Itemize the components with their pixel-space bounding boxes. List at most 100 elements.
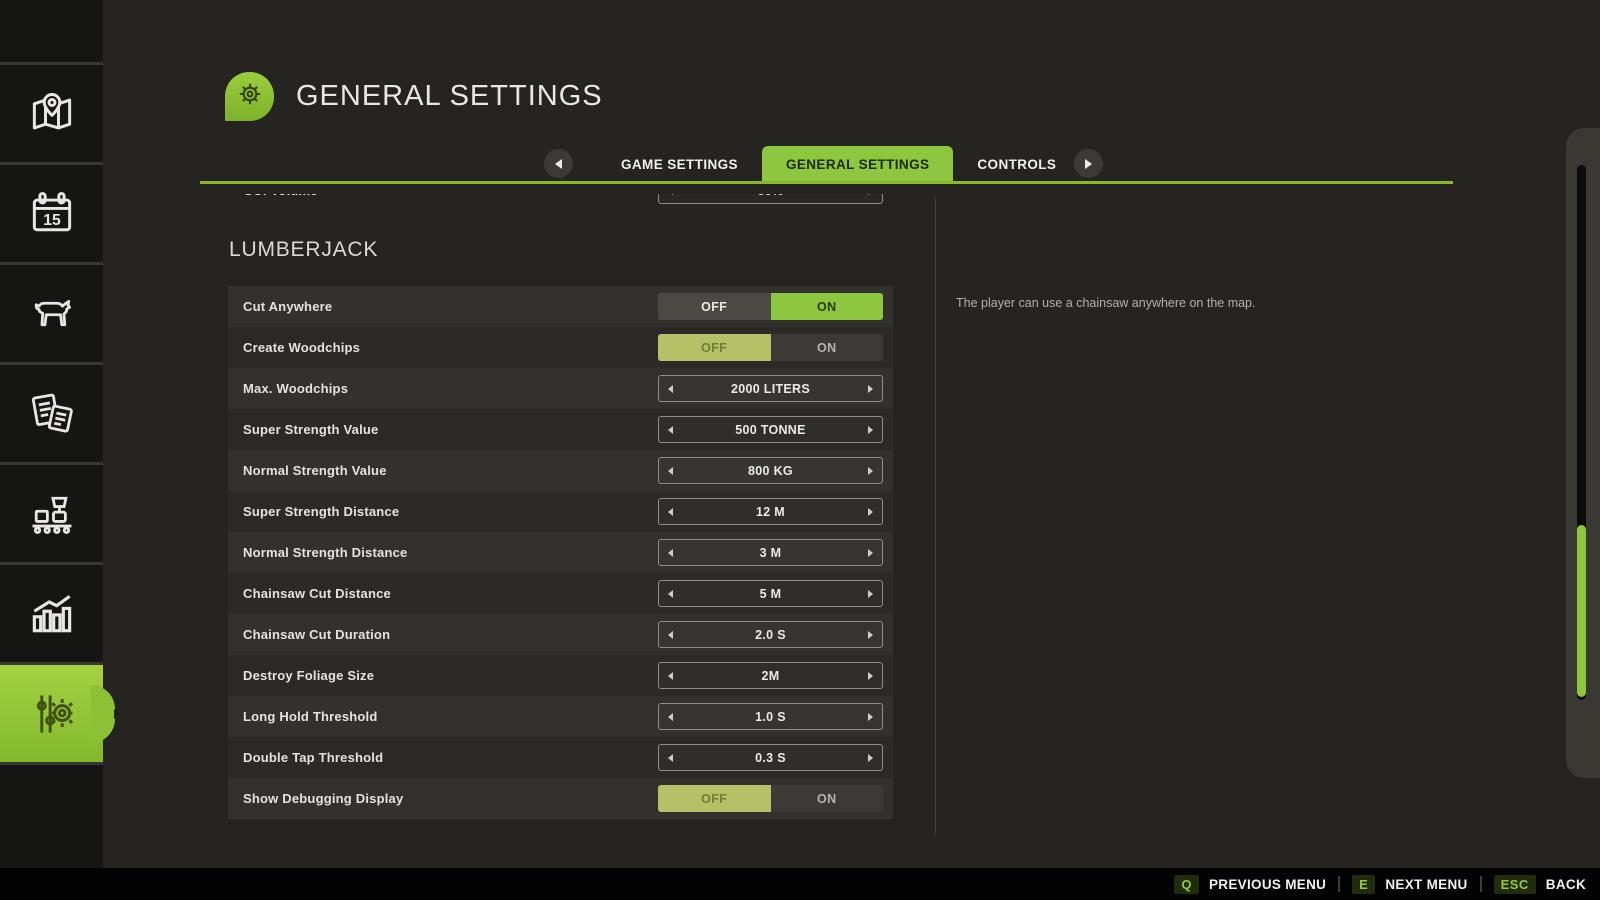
tab-controls[interactable]: CONTROLS xyxy=(953,146,1080,183)
tabs-next-button[interactable] xyxy=(1074,149,1103,178)
decrease-arrow-icon[interactable] xyxy=(668,426,673,434)
increase-arrow-icon[interactable] xyxy=(868,385,873,393)
selector-value: 2000 LITERS xyxy=(731,382,810,396)
increase-arrow-icon[interactable] xyxy=(868,713,873,721)
settings-app-icon xyxy=(225,72,274,121)
tab-general-settings[interactable]: GENERAL SETTINGS xyxy=(762,146,953,183)
setting-row-chainsaw-cut-duration: Chainsaw Cut Duration 2.0 S xyxy=(228,614,893,655)
hotkey-hint-previous-menu[interactable]: QPREVIOUS MENU xyxy=(1174,875,1326,894)
increase-arrow-icon[interactable] xyxy=(868,467,873,475)
partial-setting-row-clipped: GUI Volume 50% xyxy=(228,194,893,211)
selector-chainsaw-cut-distance[interactable]: 5 M xyxy=(658,580,883,607)
setting-row-super-strength-value: Super Strength Value500 TONNE xyxy=(228,409,893,450)
increase-arrow-icon[interactable] xyxy=(868,590,873,598)
selector-destroy-foliage-size[interactable]: 2M xyxy=(658,662,883,689)
decrease-arrow-icon[interactable] xyxy=(668,194,673,195)
setting-row-super-strength-distance: Super Strength Distance12 M xyxy=(228,491,893,532)
decrease-arrow-icon[interactable] xyxy=(668,754,673,762)
selector-value: 2.0 S xyxy=(755,628,786,642)
contracts-icon xyxy=(26,388,78,440)
sidebar-item-settings[interactable] xyxy=(0,665,103,765)
toggle-cut-anywhere: OFFON xyxy=(658,293,883,320)
selector-value: 2M xyxy=(762,669,780,683)
decrease-arrow-icon[interactable] xyxy=(668,672,673,680)
decrease-arrow-icon[interactable] xyxy=(668,549,673,557)
decrease-arrow-icon[interactable] xyxy=(668,590,673,598)
active-item-bump xyxy=(91,685,115,743)
selector-value: 500 TONNE xyxy=(735,423,806,437)
setting-label: Normal Strength Distance xyxy=(243,545,407,560)
active-item-arrow-icon xyxy=(114,709,120,719)
decrease-arrow-icon[interactable] xyxy=(668,385,673,393)
tab-underline xyxy=(200,181,1453,184)
setting-row-cut-anywhere: Cut Anywhere OFFON xyxy=(228,286,893,327)
selector-value: 5 M xyxy=(760,587,782,601)
increase-arrow-icon[interactable] xyxy=(868,754,873,762)
setting-description: The player can use a chainsaw anywhere o… xyxy=(956,296,1416,310)
increase-arrow-icon[interactable] xyxy=(868,631,873,639)
sidebar-item-map[interactable] xyxy=(0,65,103,165)
settings-rows: Cut AnywhereOFFONCreate WoodchipsOFFONMa… xyxy=(228,286,893,819)
section-title: LUMBERJACK xyxy=(229,238,378,262)
setting-row-normal-strength-value: Normal Strength Value 800 KG xyxy=(228,450,893,491)
selector-super-strength-distance[interactable]: 12 M xyxy=(658,498,883,525)
tab-game-settings[interactable]: GAME SETTINGS xyxy=(597,146,762,183)
increase-arrow-icon[interactable] xyxy=(868,194,873,195)
setting-label: Destroy Foliage Size xyxy=(243,668,374,683)
increase-arrow-icon[interactable] xyxy=(868,508,873,516)
hotkey-key-badge: E xyxy=(1352,875,1375,894)
selector-long-hold-threshold[interactable]: 1.0 S xyxy=(658,703,883,730)
general-settings-screen: 15 GENERAL SETTINGS GAME SETTINGSGENERAL… xyxy=(0,0,1600,900)
sidebar-item-calendar[interactable]: 15 xyxy=(0,165,103,265)
setting-label: Normal Strength Value xyxy=(243,463,387,478)
selector-normal-strength-value[interactable]: 800 KG xyxy=(658,457,883,484)
hint-separator xyxy=(1338,876,1340,892)
statistics-icon xyxy=(26,588,78,640)
selector-chainsaw-cut-duration[interactable]: 2.0 S xyxy=(658,621,883,648)
decrease-arrow-icon[interactable] xyxy=(668,631,673,639)
toggle-option-on[interactable]: ON xyxy=(771,334,884,361)
chevron-left-icon xyxy=(555,159,562,169)
panel-divider xyxy=(935,198,936,834)
setting-label: Long Hold Threshold xyxy=(243,709,378,724)
setting-row-double-tap-threshold: Double Tap Threshold0.3 S xyxy=(228,737,893,778)
setting-row-chainsaw-cut-distance: Chainsaw Cut Distance5 M xyxy=(228,573,893,614)
toggle-option-on[interactable]: ON xyxy=(771,785,884,812)
sidebar-item-animals[interactable] xyxy=(0,265,103,365)
increase-arrow-icon[interactable] xyxy=(868,549,873,557)
animals-icon xyxy=(26,288,78,340)
selector-double-tap-threshold[interactable]: 0.3 S xyxy=(658,744,883,771)
setting-row-long-hold-threshold: Long Hold Threshold 1.0 S xyxy=(228,696,893,737)
setting-label: Cut Anywhere xyxy=(243,299,332,314)
selector-gui-volume[interactable]: 50% xyxy=(658,194,883,204)
sidebar-item-statistics[interactable] xyxy=(0,565,103,665)
toggle-option-on[interactable]: ON xyxy=(771,293,884,320)
selector-max-woodchips[interactable]: 2000 LITERS xyxy=(658,375,883,402)
hotkey-hint-next-menu[interactable]: ENEXT MENU xyxy=(1352,875,1467,894)
toggle-option-off[interactable]: OFF xyxy=(658,334,771,361)
sidebar-item-contracts[interactable] xyxy=(0,365,103,465)
setting-label: GUI Volume xyxy=(243,194,318,198)
setting-row-create-woodchips: Create Woodchips OFFON xyxy=(228,327,893,368)
hotkey-hint-back[interactable]: ESCBACK xyxy=(1494,875,1586,894)
decrease-arrow-icon[interactable] xyxy=(668,467,673,475)
decrease-arrow-icon[interactable] xyxy=(668,508,673,516)
selector-value: 12 M xyxy=(756,505,785,519)
toggle-option-off[interactable]: OFF xyxy=(658,293,771,320)
decrease-arrow-icon[interactable] xyxy=(668,713,673,721)
selector-normal-strength-distance[interactable]: 3 M xyxy=(658,539,883,566)
scrollbar-thumb[interactable] xyxy=(1577,525,1586,697)
gear-icon xyxy=(233,77,267,116)
sidebar-item-production[interactable] xyxy=(0,465,103,565)
setting-label: Chainsaw Cut Duration xyxy=(243,627,390,642)
setting-row-normal-strength-distance: Normal Strength Distance 3 M xyxy=(228,532,893,573)
toggle-create-woodchips: OFFON xyxy=(658,334,883,361)
toggle-option-off[interactable]: OFF xyxy=(658,785,771,812)
setting-label: Create Woodchips xyxy=(243,340,360,355)
selector-value: 1.0 S xyxy=(755,710,786,724)
setting-label: Max. Woodchips xyxy=(243,381,348,396)
tabs-prev-button[interactable] xyxy=(544,149,573,178)
increase-arrow-icon[interactable] xyxy=(868,426,873,434)
selector-super-strength-value[interactable]: 500 TONNE xyxy=(658,416,883,443)
increase-arrow-icon[interactable] xyxy=(868,672,873,680)
